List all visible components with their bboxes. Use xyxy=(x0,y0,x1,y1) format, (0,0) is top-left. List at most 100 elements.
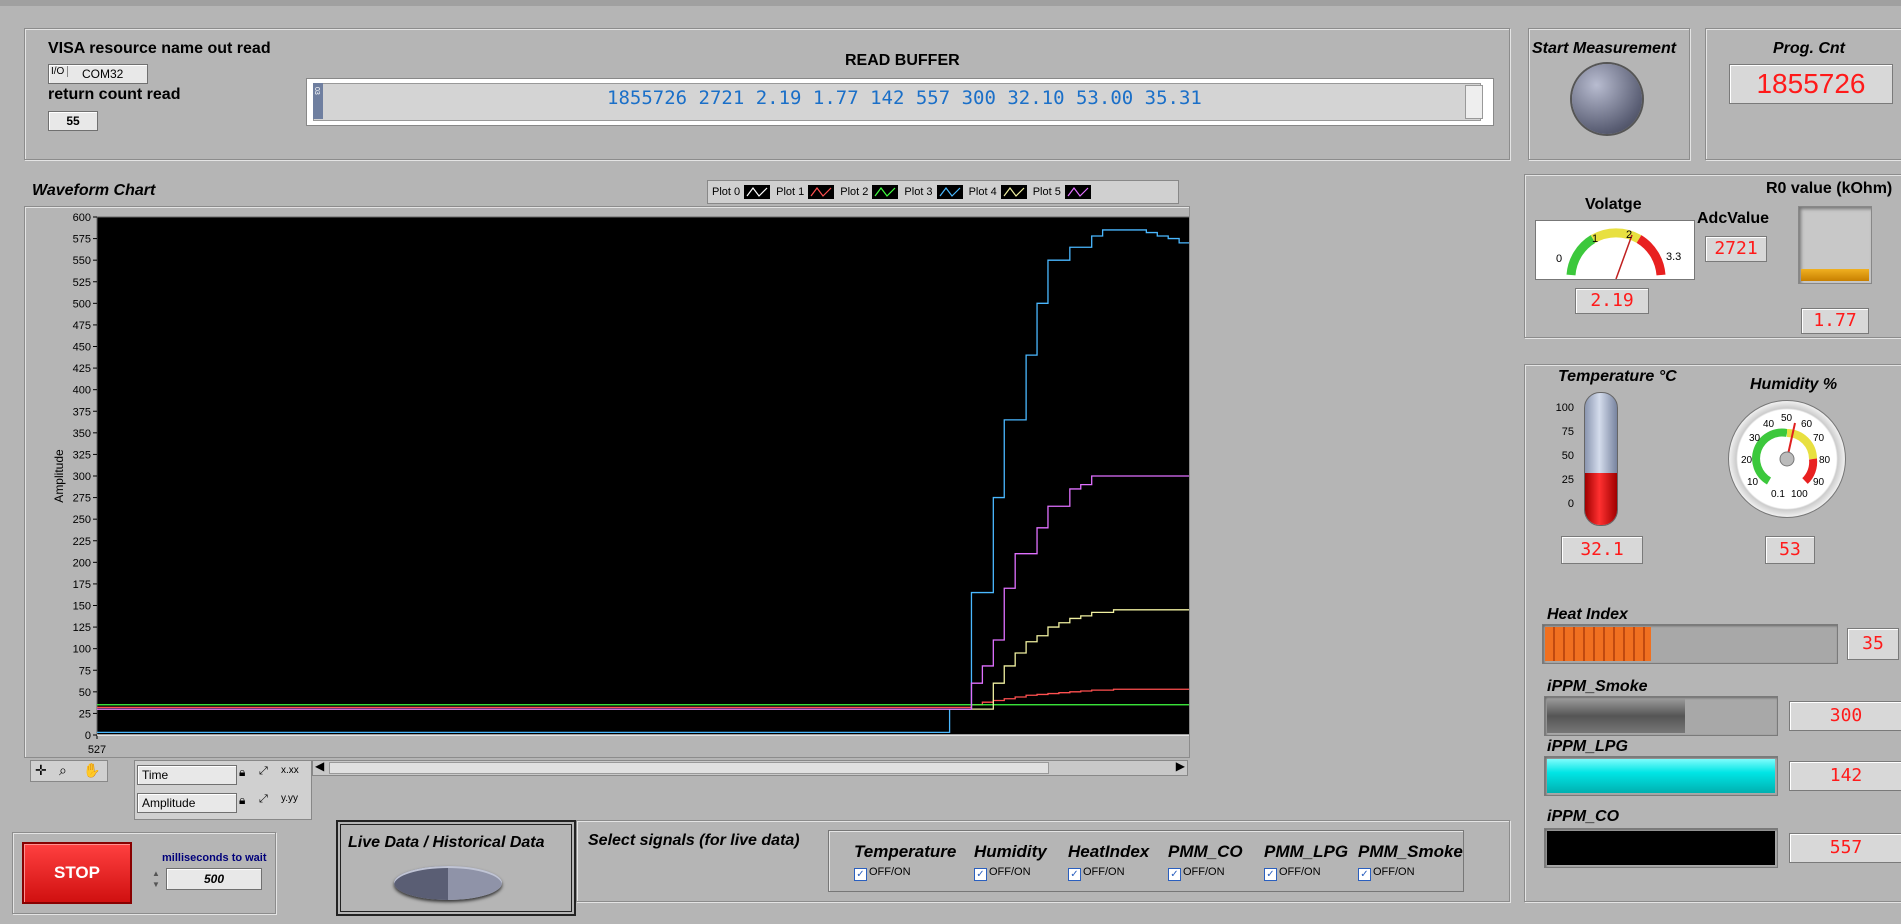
y-tick-label: 475 xyxy=(73,320,91,332)
pan-tool-icon[interactable]: ✋ xyxy=(83,762,100,779)
wait-stepper[interactable]: ▲ ▼ xyxy=(150,868,162,892)
chart-tools: ✛ ⌕ ✋ xyxy=(30,760,108,782)
ippm-smoke-display: 300 xyxy=(1789,701,1901,731)
scale-amplitude-field[interactable]: Amplitude xyxy=(137,793,237,813)
read-buffer-field[interactable]: 03 1855726 2721 2.19 1.77 142 557 300 32… xyxy=(306,78,1494,126)
y-tick-label: 25 xyxy=(79,708,91,720)
temperature-display: 32.1 xyxy=(1561,536,1643,564)
zoom-tool-icon[interactable]: ⌕ xyxy=(59,762,67,779)
crosshair-tool-icon[interactable]: ✛ xyxy=(35,762,47,779)
time-autoscale-icon[interactable]: ⤢ xyxy=(259,765,268,778)
scroll-left-icon[interactable]: ◀ xyxy=(315,759,324,773)
return-count-field: 55 xyxy=(48,111,98,131)
legend-swatch xyxy=(808,185,835,199)
voltage-scale-3: 3.3 xyxy=(1666,251,1682,263)
top-strip xyxy=(0,0,1901,6)
ippm-lpg-fill xyxy=(1547,759,1775,793)
visa-resource-field[interactable]: I/O COM32 xyxy=(48,64,148,84)
y-tick-label: 400 xyxy=(73,385,91,397)
y-tick-label: 575 xyxy=(73,234,91,246)
legend-item[interactable]: Plot 4 xyxy=(969,185,1027,199)
legend-label: Plot 2 xyxy=(840,186,869,198)
ippm-lpg-bar xyxy=(1544,756,1778,796)
x-tick-label: 527 xyxy=(88,744,106,756)
checkbox-check-icon: ✓ xyxy=(1168,868,1181,881)
chart-legend: Plot 0 Plot 1 Plot 2 Plot 3 Plot 4 Plot 5 xyxy=(707,180,1179,204)
temperature-label: Temperature °C xyxy=(1558,368,1677,385)
plot-area xyxy=(96,216,1202,736)
voltage-display: 2.19 xyxy=(1575,288,1649,314)
signal-title: Temperature xyxy=(854,842,957,861)
signal-checkbox[interactable]: ✓ OFF/ON xyxy=(1358,866,1415,881)
checkbox-check-icon: ✓ xyxy=(974,868,987,881)
y-tick-label: 550 xyxy=(73,255,91,267)
scale-time-field[interactable]: Time xyxy=(137,765,237,785)
adc-display: 2721 xyxy=(1705,236,1767,262)
chart-area: 0 25 50 75 100 125 150 175 200 225 250 275 300 325 350… xyxy=(24,206,1210,774)
amplitude-format-icon[interactable]: y.yy xyxy=(281,793,298,804)
ippm-co-display: 557 xyxy=(1789,833,1901,863)
chart-scrollbar[interactable]: ◀ ▶ xyxy=(312,759,1188,776)
y-tick-label: 75 xyxy=(79,665,91,677)
amplitude-lock-icon[interactable]: 🔒︎ xyxy=(239,793,245,808)
time-lock-icon[interactable]: 🔒︎ xyxy=(239,765,245,780)
signal-toggle-label: OFF/ON xyxy=(869,866,911,878)
legend-item[interactable]: Plot 1 xyxy=(776,185,835,199)
wait-label: milliseconds to wait xyxy=(162,852,267,864)
r0-label: R0 value (kOhm) xyxy=(1766,180,1893,197)
live-hist-toggle[interactable] xyxy=(394,866,502,900)
prog-cnt-label: Prog. Cnt xyxy=(1773,40,1845,57)
read-buffer-value: 1855726 2721 2.19 1.77 142 557 300 32.10… xyxy=(607,87,1202,109)
y-tick-label: 100 xyxy=(73,644,91,656)
legend-label: Plot 1 xyxy=(776,186,805,198)
amplitude-autoscale-icon[interactable]: ⤢ xyxy=(259,793,268,806)
return-count-label: return count read xyxy=(48,86,181,103)
scroll-thumb[interactable] xyxy=(329,762,1049,774)
stop-button[interactable]: STOP xyxy=(22,842,132,904)
time-format-icon[interactable]: x.xx xyxy=(281,765,299,776)
adc-label: AdcValue xyxy=(1697,210,1770,227)
signal-checkbox[interactable]: ✓ OFF/ON xyxy=(1264,866,1321,881)
legend-item[interactable]: Plot 2 xyxy=(840,185,899,199)
signal-title: Humidity xyxy=(974,842,1047,861)
read-buffer-title: READ BUFFER xyxy=(845,52,960,69)
read-buffer-scroll-thumb[interactable] xyxy=(1465,85,1483,119)
y-tick-label: 450 xyxy=(73,342,91,354)
ippm-co-bar xyxy=(1544,828,1778,868)
r0-tank-fill xyxy=(1801,269,1869,281)
y-tick-label: 500 xyxy=(73,298,91,310)
ippm-co-fill xyxy=(1547,831,1775,865)
legend-item[interactable]: Plot 3 xyxy=(904,185,963,199)
signal-title: HeatIndex xyxy=(1068,842,1150,861)
select-signals-label: Select signals (for live data) xyxy=(588,832,800,849)
checkbox-check-icon: ✓ xyxy=(1264,868,1277,881)
visa-resource-label: VISA resource name out read xyxy=(48,40,271,57)
chart-legend-items: Plot 0 Plot 1 Plot 2 Plot 3 Plot 4 Plot 5 xyxy=(712,183,1091,201)
start-measurement-button[interactable] xyxy=(1572,64,1642,134)
legend-label: Plot 3 xyxy=(904,186,933,198)
signal-checkbox[interactable]: ✓ OFF/ON xyxy=(1068,866,1125,881)
voltage-scale-1: 1 xyxy=(1592,233,1599,245)
scroll-right-icon[interactable]: ▶ xyxy=(1176,759,1185,773)
y-tick-label: 150 xyxy=(73,601,91,613)
signal-checkbox[interactable]: ✓ OFF/ON xyxy=(854,866,911,881)
voltage-meter-svg xyxy=(1566,228,1666,279)
legend-swatch xyxy=(936,185,963,199)
signal-checkbox[interactable]: ✓ OFF/ON xyxy=(1168,866,1225,881)
y-tick-label: 250 xyxy=(73,514,91,526)
wait-field[interactable]: 500 xyxy=(166,868,262,890)
signal-toggle-label: OFF/ON xyxy=(1183,866,1225,878)
y-tick-label: 0 xyxy=(85,730,91,742)
y-tick-label: 350 xyxy=(73,428,91,440)
chart-svg: 0 25 50 75 100 125 150 175 200 225 250 275 300 325 350… xyxy=(52,212,1210,774)
temperature-scale: 100 75 50 25 0 xyxy=(1555,402,1574,510)
signal-checkbox[interactable]: ✓ OFF/ON xyxy=(974,866,1031,881)
r0-display: 1.77 xyxy=(1801,308,1869,334)
y-tick-label: 50 xyxy=(79,687,91,699)
y-tick-label: 325 xyxy=(73,449,91,461)
voltage-scale-2: 2 xyxy=(1626,229,1633,241)
r0-tank xyxy=(1798,206,1872,284)
legend-item[interactable]: Plot 0 xyxy=(712,185,771,199)
signal-toggle-label: OFF/ON xyxy=(1373,866,1415,878)
legend-item[interactable]: Plot 5 xyxy=(1033,185,1091,199)
